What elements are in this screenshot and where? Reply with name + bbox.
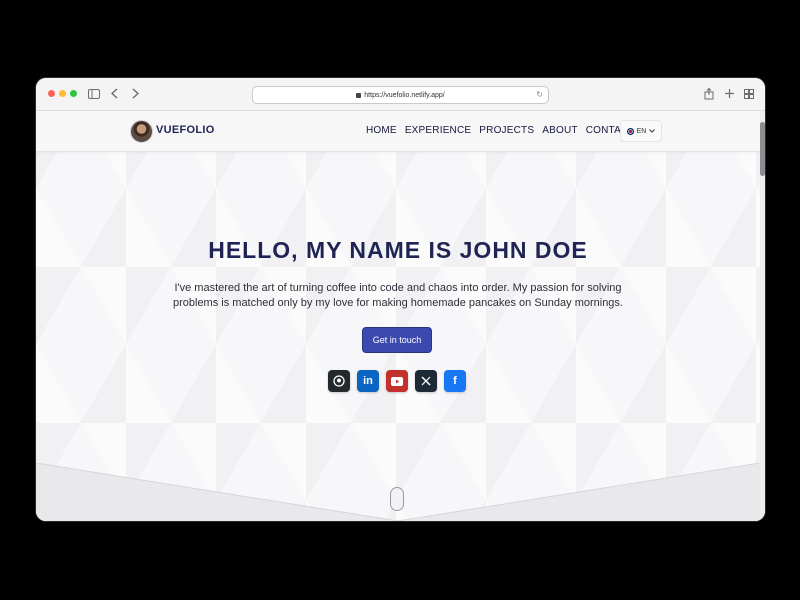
site-navbar: VUEFOLIO HOME EXPERIENCE PROJECTS ABOUT … bbox=[36, 111, 760, 152]
language-selector[interactable]: EN bbox=[620, 120, 662, 142]
browser-toolbar: https://vuefolio.netlify.app/ ↻ bbox=[36, 78, 765, 111]
forward-icon[interactable] bbox=[130, 87, 140, 100]
language-label: EN bbox=[636, 127, 647, 135]
back-icon[interactable] bbox=[109, 87, 119, 100]
github-icon[interactable] bbox=[328, 370, 350, 392]
tab-overview-icon[interactable] bbox=[743, 87, 755, 100]
scroll-down-indicator[interactable] bbox=[390, 487, 404, 511]
background-pattern bbox=[36, 111, 765, 521]
nav-link-experience[interactable]: EXPERIENCE bbox=[405, 125, 471, 136]
reload-icon[interactable]: ↻ bbox=[536, 90, 543, 99]
x-icon[interactable] bbox=[415, 370, 437, 392]
facebook-icon[interactable]: f bbox=[444, 370, 466, 392]
browser-window: https://vuefolio.netlify.app/ ↻ VUEFOLIO… bbox=[36, 78, 765, 521]
site-brand[interactable]: VUEFOLIO bbox=[156, 124, 215, 136]
avatar[interactable] bbox=[130, 120, 153, 143]
url-text: https://vuefolio.netlify.app/ bbox=[364, 91, 445, 99]
hero-title: HELLO, MY NAME IS JOHN DOE bbox=[208, 237, 588, 263]
scrollbar-thumb[interactable] bbox=[760, 122, 765, 176]
nav-link-projects[interactable]: PROJECTS bbox=[479, 125, 534, 136]
minimize-window-button[interactable] bbox=[59, 90, 66, 97]
linkedin-icon[interactable]: in bbox=[357, 370, 379, 392]
new-tab-icon[interactable] bbox=[724, 87, 734, 100]
lock-icon bbox=[356, 92, 362, 98]
hero-description: I've mastered the art of turning coffee … bbox=[172, 282, 623, 309]
youtube-icon[interactable] bbox=[386, 370, 408, 392]
address-bar[interactable]: https://vuefolio.netlify.app/ ↻ bbox=[252, 86, 549, 104]
share-icon[interactable] bbox=[703, 87, 715, 100]
page-viewport: VUEFOLIO HOME EXPERIENCE PROJECTS ABOUT … bbox=[36, 111, 765, 521]
maximize-window-button[interactable] bbox=[70, 90, 77, 97]
nav-link-home[interactable]: HOME bbox=[366, 125, 397, 136]
social-links: in f bbox=[328, 370, 466, 392]
get-in-touch-button[interactable]: Get in touch bbox=[362, 327, 432, 353]
chevron-down-icon bbox=[649, 129, 656, 133]
nav-link-about[interactable]: ABOUT bbox=[542, 125, 577, 136]
close-window-button[interactable] bbox=[48, 90, 55, 97]
uk-flag-icon bbox=[626, 127, 634, 135]
nav-links: HOME EXPERIENCE PROJECTS ABOUT CONTACT bbox=[366, 125, 635, 136]
sidebar-toggle-icon[interactable] bbox=[88, 87, 100, 100]
